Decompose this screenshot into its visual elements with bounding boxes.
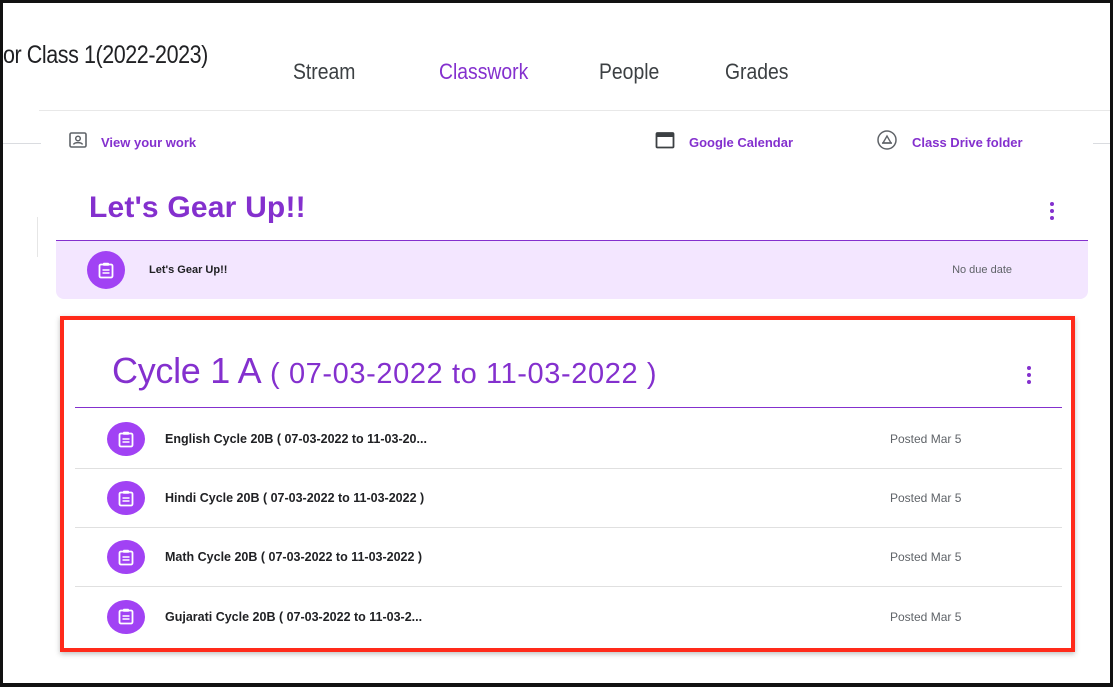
topic-divider bbox=[75, 407, 1062, 408]
assignment-icon bbox=[107, 422, 145, 456]
posted-date: Posted Mar 5 bbox=[890, 491, 962, 505]
assignment-row[interactable]: Math Cycle 20B ( 07-03-2022 to 11-03-202… bbox=[75, 528, 1062, 587]
view-your-work-label: View your work bbox=[101, 135, 197, 150]
drive-icon bbox=[875, 130, 899, 155]
assignment-row[interactable]: Hindi Cycle 20B ( 07-03-2022 to 11-03-20… bbox=[75, 469, 1062, 528]
assignment-row[interactable]: Gujarati Cycle 20B ( 07-03-2022 to 11-03… bbox=[75, 587, 1062, 646]
assignment-list: English Cycle 20B ( 07-03-2022 to 11-03-… bbox=[75, 410, 1062, 646]
google-calendar-label: Google Calendar bbox=[689, 135, 794, 150]
assignment-title: English Cycle 20B ( 07-03-2022 to 11-03-… bbox=[165, 432, 427, 446]
window-frame: or Class 1(2022-2023) Stream Classwork P… bbox=[0, 0, 1113, 687]
calendar-icon bbox=[655, 131, 675, 154]
classwork-actions: View your work Google Calendar Class Dri… bbox=[3, 111, 1110, 173]
posted-date: Posted Mar 5 bbox=[890, 432, 962, 446]
class-drive-folder-label: Class Drive folder bbox=[912, 135, 1023, 150]
assignment-title: Gujarati Cycle 20B ( 07-03-2022 to 11-03… bbox=[165, 609, 423, 624]
assignment-item[interactable]: Let's Gear Up!! No due date bbox=[56, 241, 1088, 299]
divider-line bbox=[37, 217, 38, 257]
tab-people[interactable]: People bbox=[599, 59, 659, 85]
assignment-icon bbox=[107, 599, 145, 634]
assignment-title: Hindi Cycle 20B ( 07-03-2022 to 11-03-20… bbox=[165, 491, 425, 505]
posted-date: Posted Mar 5 bbox=[890, 550, 962, 564]
google-calendar-link[interactable]: Google Calendar bbox=[655, 131, 793, 154]
person-card-icon bbox=[69, 132, 87, 153]
divider-line bbox=[3, 143, 41, 144]
topic-title-main: Cycle 1 A bbox=[112, 350, 262, 391]
assignment-icon bbox=[107, 481, 145, 515]
highlighted-topic: Cycle 1 A ( 07-03-2022 to 11-03-2022 ) E… bbox=[60, 316, 1075, 652]
topic-title-date-range: ( 07-03-2022 to 11-03-2022 ) bbox=[261, 358, 658, 390]
class-title: or Class 1(2022-2023) bbox=[3, 41, 208, 69]
class-drive-folder-link[interactable]: Class Drive folder bbox=[875, 130, 1023, 155]
topic-title: Cycle 1 A ( 07-03-2022 to 11-03-2022 ) bbox=[112, 350, 657, 392]
divider-line bbox=[1093, 143, 1110, 144]
assignment-row[interactable]: English Cycle 20B ( 07-03-2022 to 11-03-… bbox=[75, 410, 1062, 469]
tab-classwork[interactable]: Classwork bbox=[439, 59, 528, 85]
due-date: No due date bbox=[952, 264, 1012, 276]
topic-more-options-icon[interactable] bbox=[1017, 361, 1041, 389]
topic-more-options-icon[interactable] bbox=[1040, 197, 1064, 225]
assignment-icon bbox=[107, 540, 145, 574]
posted-date: Posted Mar 5 bbox=[890, 609, 962, 624]
view-your-work-link[interactable]: View your work bbox=[69, 132, 196, 153]
assignment-title: Let's Gear Up!! bbox=[149, 264, 228, 276]
topic-title: Let's Gear Up!! bbox=[89, 191, 306, 224]
assignment-icon bbox=[87, 251, 125, 289]
class-header: or Class 1(2022-2023) Stream Classwork P… bbox=[3, 3, 1110, 111]
assignment-title: Math Cycle 20B ( 07-03-2022 to 11-03-202… bbox=[165, 550, 423, 564]
tab-stream[interactable]: Stream bbox=[293, 59, 355, 85]
tab-grades[interactable]: Grades bbox=[725, 59, 788, 85]
